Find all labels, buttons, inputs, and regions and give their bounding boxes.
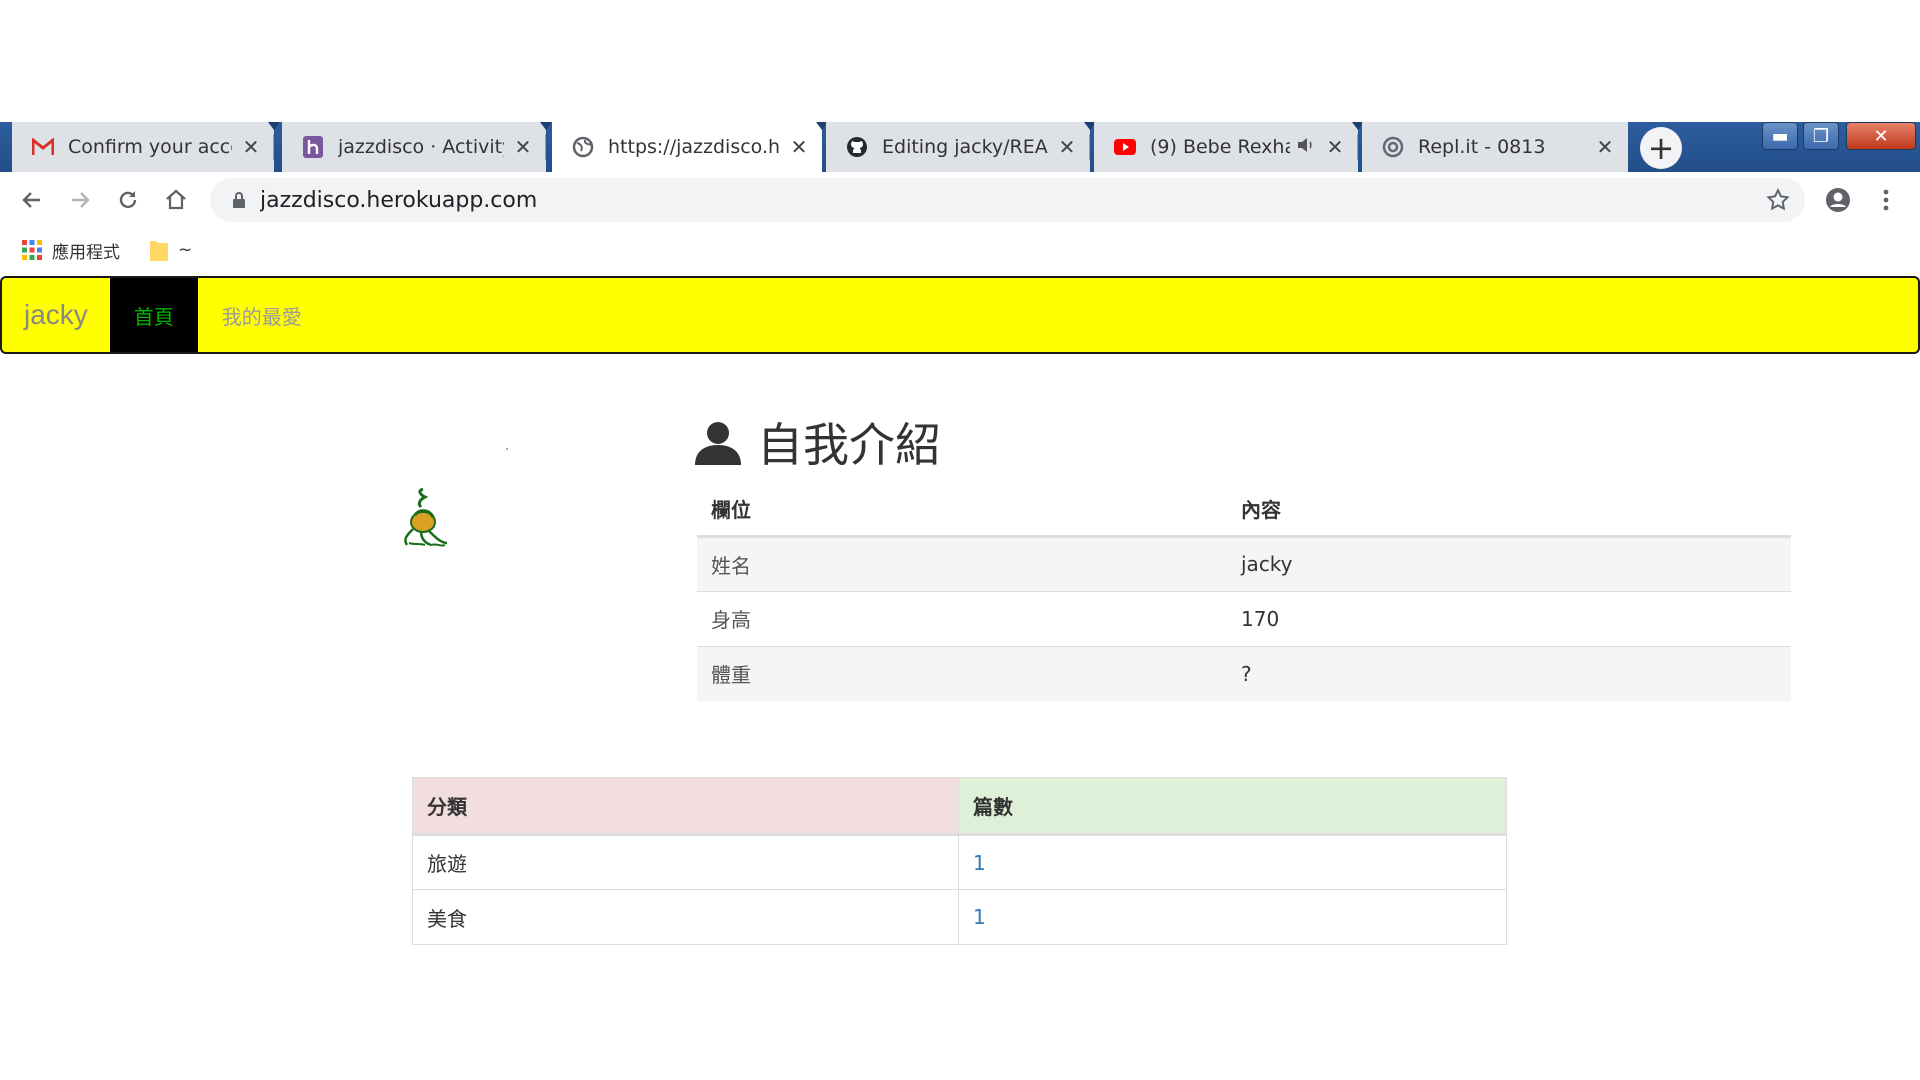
arrow-left-icon	[22, 192, 40, 208]
heroku-icon	[302, 136, 324, 158]
table-header-row: 分類 篇數	[412, 777, 1507, 836]
bookmark-label: ~	[178, 240, 193, 260]
url-input[interactable]	[260, 187, 1660, 213]
account-circle-icon	[1826, 188, 1850, 212]
table-row: 旅遊 1	[412, 834, 1507, 890]
category-count-link[interactable]: 1	[973, 905, 986, 929]
category-count-cell: 1	[958, 889, 1507, 945]
category-count-link[interactable]: 1	[973, 851, 986, 875]
category-count-cell: 1	[958, 834, 1507, 890]
tab-marker	[540, 122, 552, 130]
close-tab-icon[interactable]: ✕	[1594, 135, 1616, 159]
folder-icon	[150, 241, 168, 261]
field-label: 身高	[697, 590, 1227, 646]
profile-button[interactable]	[1820, 182, 1856, 218]
tab-marker	[268, 122, 280, 130]
forward-button[interactable]	[62, 182, 98, 218]
browser-menu-button[interactable]	[1868, 182, 1904, 218]
tab-github[interactable]: Editing jacky/README ✕	[826, 122, 1096, 172]
table-row: 姓名 jacky	[697, 535, 1791, 591]
tab-youtube[interactable]: (9) Bebe Rexha - ✕	[1094, 122, 1364, 172]
back-button[interactable]	[14, 182, 50, 218]
profile-heading-text: 自我介紹	[757, 418, 941, 472]
nav-link-favorites[interactable]: 我的最愛	[198, 278, 326, 352]
bookmark-label: 應用程式	[52, 242, 120, 263]
home-button[interactable]	[158, 182, 194, 218]
tab-separator	[1357, 134, 1358, 160]
table-row: 體重 ?	[697, 645, 1791, 701]
category-name: 旅遊	[412, 834, 959, 890]
tab-title: jazzdisco · Activity | Heroku	[338, 136, 504, 158]
column-header-count: 篇數	[958, 777, 1507, 836]
close-tab-icon[interactable]: ✕	[1056, 135, 1078, 159]
youtube-icon	[1114, 136, 1136, 158]
more-vertical-icon	[1883, 189, 1889, 211]
browser-toolbar	[0, 172, 1920, 228]
home-icon	[166, 189, 186, 210]
tab-gmail[interactable]: Confirm your account ✕	[12, 122, 280, 172]
tab-replit[interactable]: Repl.it - 0813 ✕	[1362, 122, 1628, 172]
tab-title: Editing jacky/README	[882, 136, 1048, 158]
category-name: 美食	[412, 889, 959, 945]
maximize-window-button[interactable]: ❐	[1803, 122, 1839, 150]
close-window-button[interactable]: ✕	[1846, 122, 1916, 150]
user-icon	[695, 422, 741, 465]
lock-icon	[233, 192, 245, 208]
tab-heroku[interactable]: jazzdisco · Activity | Heroku ✕	[282, 122, 552, 172]
tab-jazzdisco[interactable]: https://jazzdisco.herokuapp.com ✕	[552, 122, 828, 172]
tab-separator	[1089, 134, 1090, 160]
decorative-dot	[506, 448, 508, 450]
column-header-category: 分類	[412, 777, 959, 836]
globe-icon	[572, 136, 594, 158]
field-label: 姓名	[697, 535, 1227, 591]
new-tab-button[interactable]: +	[1640, 127, 1682, 169]
field-label: 體重	[697, 645, 1227, 701]
close-tab-icon[interactable]: ✕	[1324, 135, 1346, 159]
column-header-field: 欄位	[697, 482, 1227, 538]
bookmarks-bar: 應用程式 ~	[0, 228, 1920, 272]
gmail-icon	[32, 136, 54, 158]
tab-title: (9) Bebe Rexha -	[1150, 136, 1290, 158]
close-tab-icon[interactable]: ✕	[240, 135, 262, 159]
audio-playing-icon[interactable]	[1296, 136, 1316, 158]
reload-icon	[119, 191, 137, 209]
profile-image	[404, 487, 448, 547]
address-bar[interactable]	[210, 178, 1805, 222]
bookmark-apps[interactable]: 應用程式	[22, 238, 120, 263]
field-value: 170	[1227, 590, 1791, 646]
profile-heading: 自我介紹	[695, 412, 941, 472]
github-icon	[846, 136, 868, 158]
replit-icon	[1382, 136, 1404, 158]
close-tab-icon[interactable]: ✕	[788, 135, 810, 159]
table-row: 身高 170	[697, 590, 1791, 646]
column-header-content: 內容	[1227, 482, 1791, 538]
table-row: 美食 1	[412, 889, 1507, 945]
close-tab-icon[interactable]: ✕	[512, 135, 534, 159]
profile-table: 欄位 內容 姓名 jacky 身高 170 體重 ?	[697, 482, 1791, 701]
site-navbar: jacky 首頁 我的最愛	[0, 276, 1920, 354]
apps-grid-icon	[22, 240, 42, 260]
bookmark-star-icon[interactable]	[1765, 187, 1791, 213]
tab-title: Repl.it - 0813	[1418, 136, 1546, 158]
minimize-window-button[interactable]: ▬	[1762, 122, 1798, 150]
tab-separator	[545, 134, 546, 160]
tab-strip: Confirm your account ✕ jazzdisco · Activ…	[0, 122, 1920, 172]
table-header-row: 欄位 內容	[697, 482, 1791, 538]
tab-title: Confirm your account	[68, 136, 232, 158]
reload-button[interactable]	[110, 182, 146, 218]
bookmark-folder[interactable]: ~	[150, 239, 192, 261]
field-value: ?	[1227, 645, 1791, 701]
nav-link-home[interactable]: 首頁	[109, 278, 198, 352]
navbar-brand[interactable]: jacky	[2, 278, 110, 352]
tab-separator	[273, 134, 274, 160]
field-value: jacky	[1227, 535, 1791, 591]
category-table: 分類 篇數 旅遊 1 美食 1	[412, 777, 1507, 945]
tab-title: https://jazzdisco.herokuapp.com	[608, 136, 780, 158]
arrow-right-icon	[72, 192, 90, 208]
